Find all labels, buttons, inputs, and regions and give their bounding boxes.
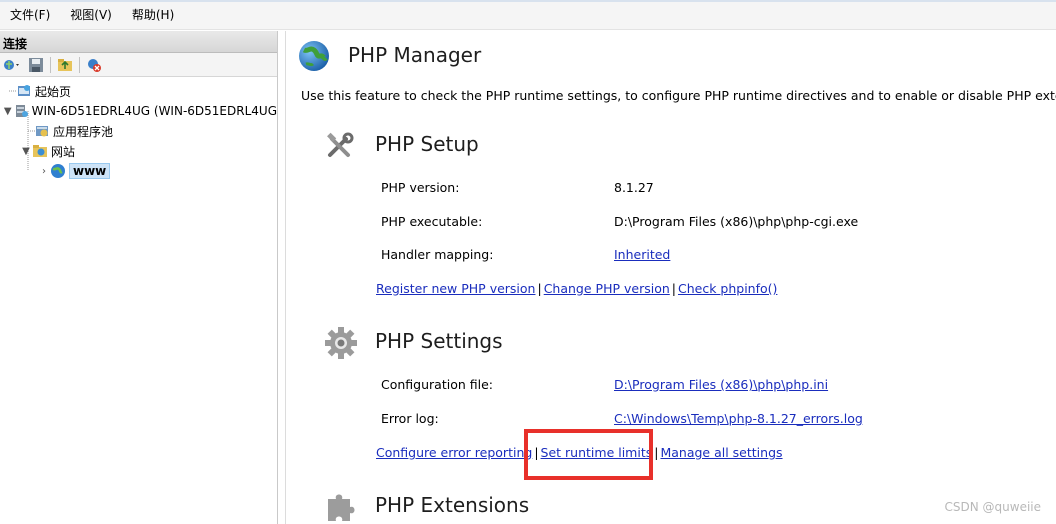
tree-item-app-pools[interactable]: 应用程序池 <box>0 121 277 141</box>
php-setup-links: Register new PHP version | Change PHP vers… <box>376 281 777 296</box>
collapse-icon[interactable]: ▼ <box>2 105 13 117</box>
error-log-link[interactable]: C:\Windows\Temp\php-8.1.27_errors.log <box>614 411 863 426</box>
disconnect-icon[interactable] <box>84 56 104 74</box>
php-manager-panel: PHP Manager Use this feature to check th… <box>285 31 1056 524</box>
php-manager-globe-icon <box>299 41 329 71</box>
manage-all-settings-link[interactable]: Manage all settings <box>660 445 782 460</box>
php-executable-value: D:\Program Files (x86)\php\php-cgi.exe <box>614 214 859 229</box>
config-file-link[interactable]: D:\Program Files (x86)\php\php.ini <box>614 377 828 392</box>
php-version-value: 8.1.27 <box>614 180 654 195</box>
tree-item-label: 起始页 <box>35 84 72 99</box>
php-executable-label: PHP executable: <box>381 214 483 229</box>
page-description: Use this feature to check the PHP runtim… <box>301 88 1056 103</box>
menu-view[interactable]: 视图(V) <box>60 6 122 23</box>
tree-item-start-page[interactable]: 起始页 <box>0 81 277 101</box>
tree-item-sites[interactable]: ▼ 网站 <box>0 141 277 161</box>
configure-error-reporting-link[interactable]: Configure error reporting <box>376 445 532 460</box>
settings-gear-icon <box>325 327 357 359</box>
link-separator: | <box>537 281 542 296</box>
toolbar-separator <box>50 56 51 73</box>
php-version-label: PHP version: <box>381 180 460 195</box>
config-file-label: Configuration file: <box>381 377 493 392</box>
tree-item-label: www <box>69 163 111 179</box>
handler-mapping-link[interactable]: Inherited <box>614 247 670 262</box>
error-log-label: Error log: <box>381 411 439 426</box>
toolbar-separator <box>79 56 80 73</box>
menu-help[interactable]: 帮助(H) <box>122 6 184 23</box>
php-setup-title: PHP Setup <box>375 132 479 156</box>
php-settings-title: PHP Settings <box>375 329 503 353</box>
watermark: CSDN @quweiie <box>944 500 1042 514</box>
register-php-version-link[interactable]: Register new PHP version <box>376 281 535 296</box>
handler-mapping-label: Handler mapping: <box>381 247 494 262</box>
connections-tree: 起始页 ▼ WIN-6D51EDRL4UG (WIN-6D51EDRL4UG 应… <box>0 77 277 181</box>
connections-header: 连接 <box>0 31 277 53</box>
tree-item-label: 网站 <box>51 144 76 159</box>
globe-icon <box>51 164 65 178</box>
menu-file[interactable]: 文件(F) <box>0 6 60 23</box>
link-separator: | <box>671 281 676 296</box>
check-phpinfo-link[interactable]: Check phpinfo() <box>678 281 777 296</box>
sites-folder-icon <box>33 145 47 157</box>
connect-icon[interactable] <box>2 56 22 74</box>
tree-item-label: WIN-6D51EDRL4UG (WIN-6D51EDRL4UG <box>31 104 277 118</box>
tree-item-server[interactable]: ▼ WIN-6D51EDRL4UG (WIN-6D51EDRL4UG <box>0 101 277 121</box>
connections-panel: 连接 起始页 ▼ WIN-6D51EDRL4UG (WIN-6D51EDRL4U… <box>0 31 278 524</box>
tree-item-label: 应用程序池 <box>53 124 114 139</box>
app-pool-icon <box>36 126 48 137</box>
page-title: PHP Manager <box>348 43 482 67</box>
start-page-icon <box>18 85 30 96</box>
tree-item-www[interactable]: › www <box>0 161 277 181</box>
tools-icon <box>327 132 354 157</box>
menu-bar: 文件(F) 视图(V) 帮助(H) <box>0 0 1056 30</box>
highlight-box <box>524 429 653 480</box>
server-icon <box>16 105 29 117</box>
change-php-version-link[interactable]: Change PHP version <box>544 281 670 296</box>
expand-icon[interactable]: › <box>38 165 50 177</box>
connections-toolbar <box>0 53 277 77</box>
save-icon[interactable] <box>26 56 46 74</box>
php-extensions-title: PHP Extensions <box>375 493 530 517</box>
up-folder-icon[interactable] <box>55 56 75 74</box>
puzzle-icon <box>328 494 355 521</box>
collapse-icon[interactable]: ▼ <box>20 145 32 157</box>
